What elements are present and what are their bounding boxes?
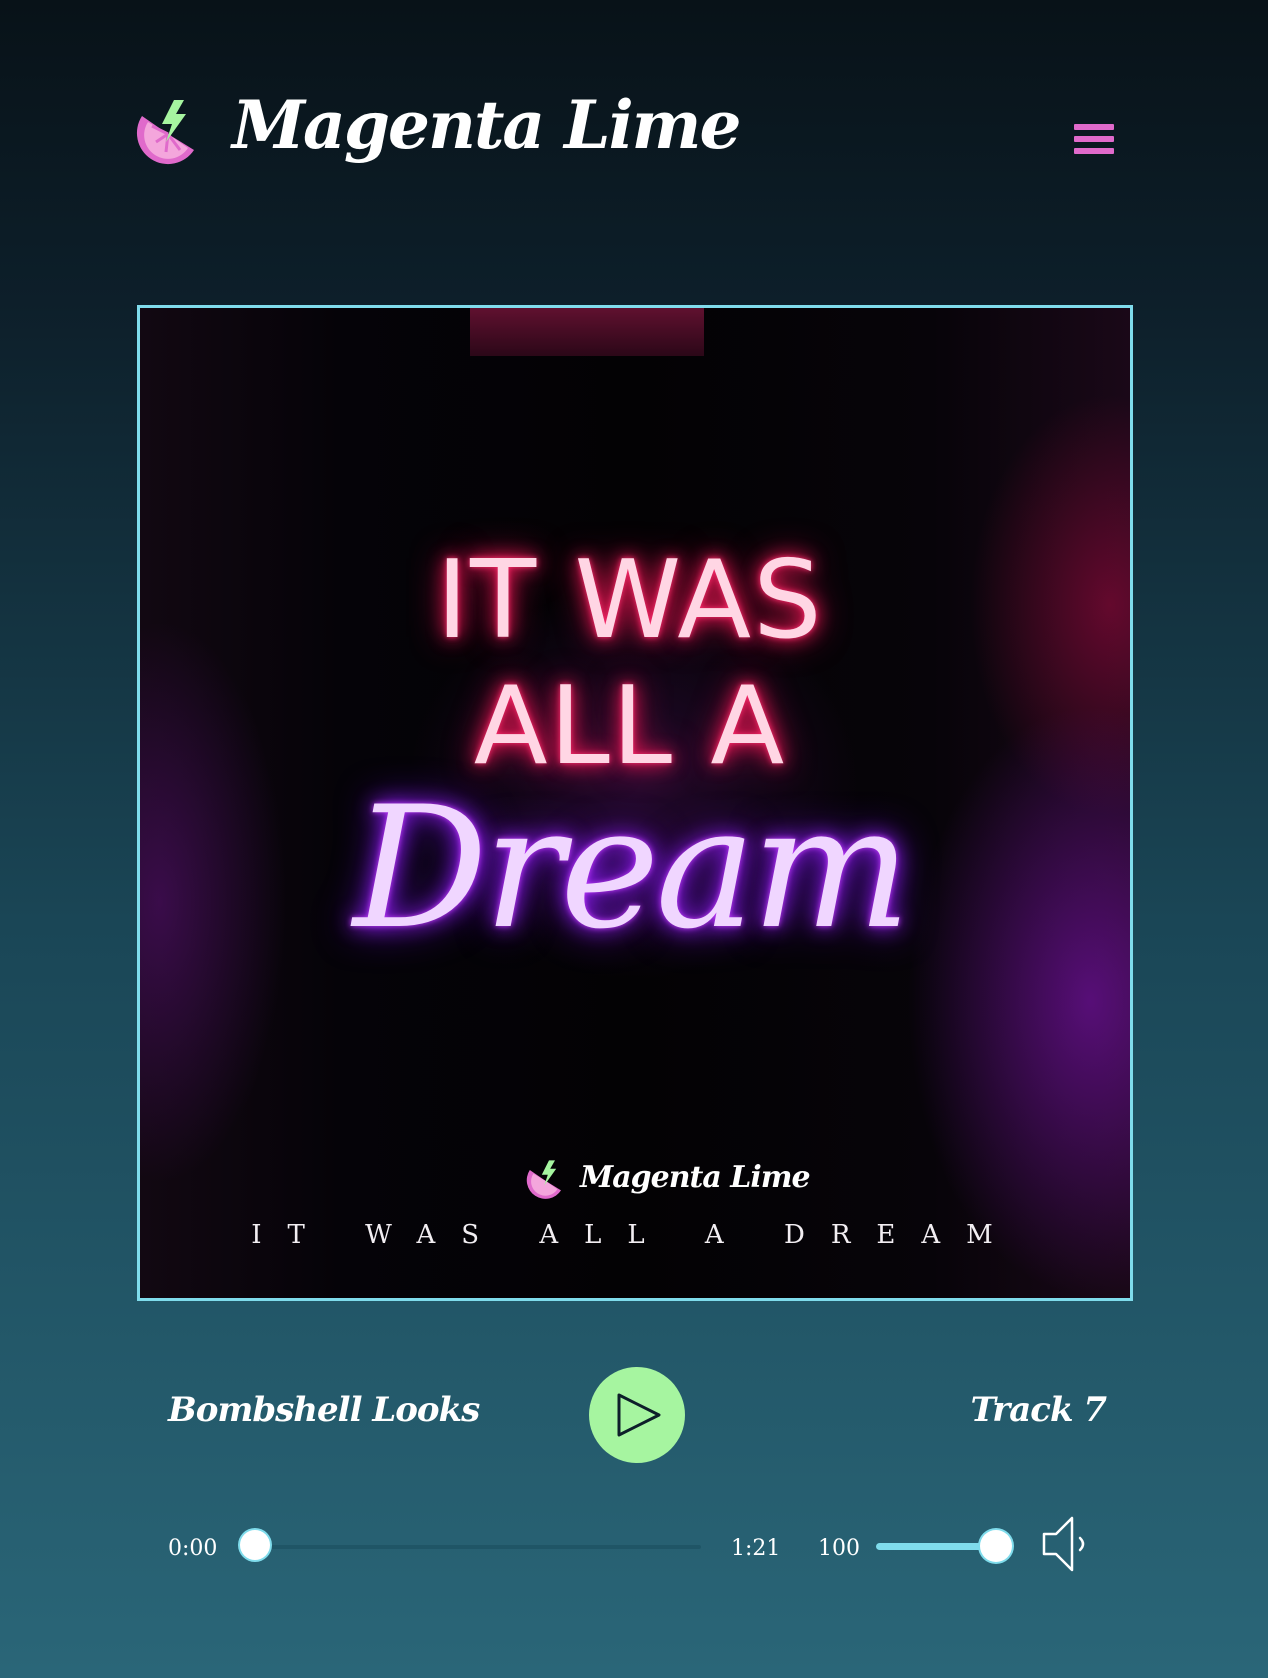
play-icon bbox=[617, 1393, 661, 1437]
volume-fill bbox=[876, 1543, 996, 1550]
current-time: 0:00 bbox=[168, 1536, 218, 1561]
brand-name[interactable]: Magenta Lime bbox=[232, 86, 741, 164]
neon-sign: IT WAS ALL A Dream bbox=[350, 538, 911, 1018]
volume-value: 100 bbox=[818, 1536, 860, 1561]
progress-slider[interactable] bbox=[240, 1530, 701, 1560]
album-decor-bar bbox=[470, 308, 704, 356]
album-caption: IT WAS ALL A DREAM bbox=[251, 1220, 1019, 1250]
play-button[interactable] bbox=[589, 1367, 685, 1463]
neon-line-3: Dream bbox=[353, 770, 911, 966]
album-logo-icon bbox=[526, 1160, 561, 1199]
track-duration: 1:21 bbox=[731, 1536, 781, 1561]
neon-line-1: IT WAS bbox=[436, 538, 824, 663]
volume-thumb[interactable] bbox=[980, 1530, 1012, 1562]
volume-slider[interactable] bbox=[876, 1530, 1012, 1562]
track-title: Bombshell Looks bbox=[168, 1390, 480, 1430]
site-header: Magenta Lime bbox=[0, 0, 1268, 250]
album-cover: IT WAS ALL A Dream Magenta Lime IT WAS A… bbox=[137, 305, 1133, 1301]
hamburger-menu-icon bbox=[1074, 124, 1114, 130]
lime-slice-lightning-icon[interactable] bbox=[136, 96, 202, 166]
track-number: Track 7 bbox=[970, 1390, 1107, 1430]
speaker-icon[interactable] bbox=[1040, 1514, 1092, 1574]
album-brand-name: Magenta Lime bbox=[580, 1160, 811, 1195]
hamburger-menu-button[interactable] bbox=[1074, 124, 1118, 164]
progress-thumb[interactable] bbox=[240, 1530, 270, 1560]
